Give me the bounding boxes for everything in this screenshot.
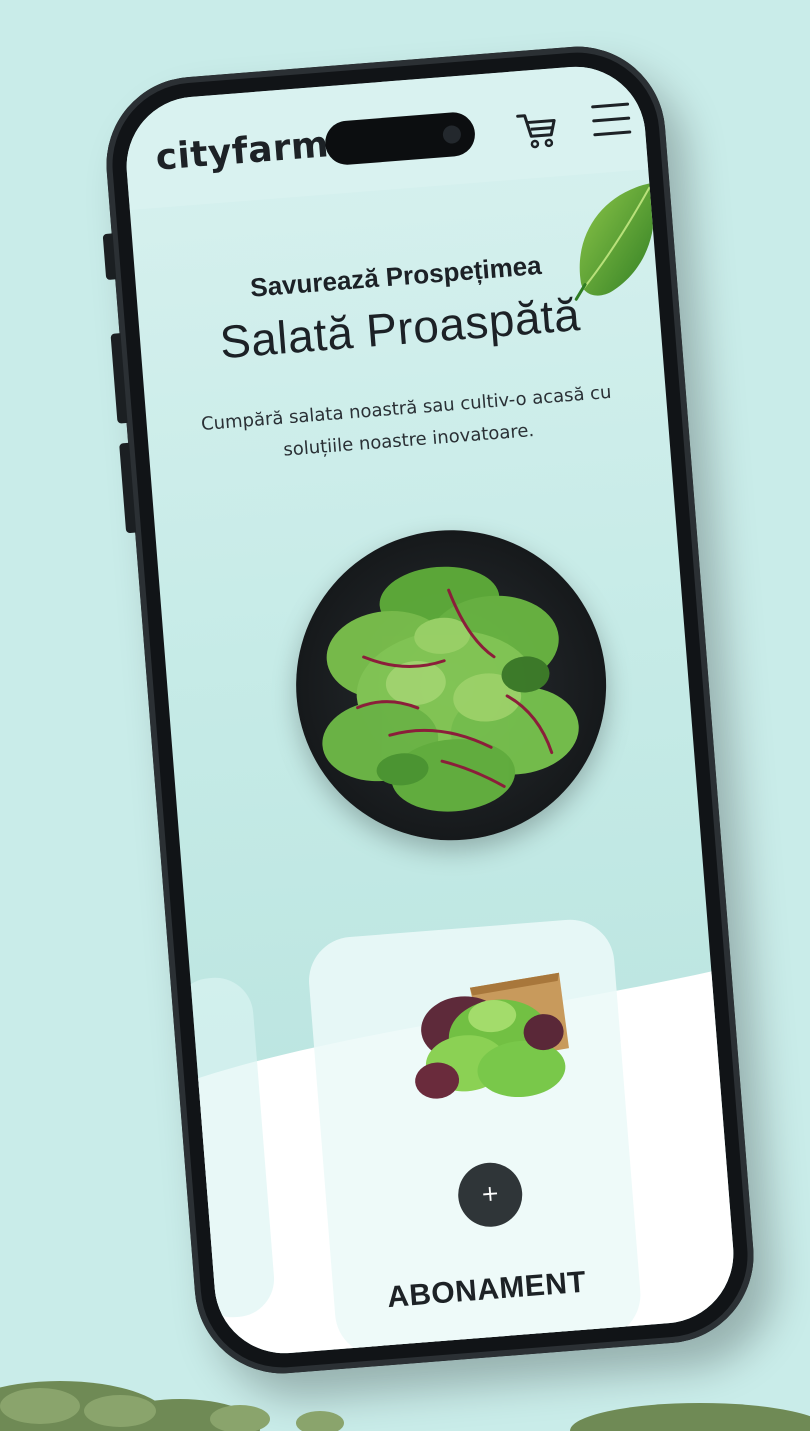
- hamburger-menu-icon[interactable]: [591, 102, 632, 140]
- phone-side-button: [110, 333, 128, 424]
- camera-icon: [442, 124, 462, 145]
- phone-side-button: [102, 233, 117, 281]
- salad-greens: [322, 566, 579, 812]
- phone-frame: cityfarm Savurează Prospețimea Salată Pr…: [99, 40, 761, 1380]
- dynamic-island: [323, 110, 477, 167]
- salad-bowl-image: [284, 518, 618, 852]
- phone-screen: cityfarm Savurează Prospețimea Salată Pr…: [121, 61, 739, 1359]
- foreground-plants: [0, 1381, 810, 1431]
- add-button[interactable]: +: [455, 1160, 525, 1230]
- phone-side-button: [119, 442, 137, 534]
- logo[interactable]: cityfarm: [154, 124, 330, 178]
- hero-description: Cumpără salata noastră sau cultiv-o acas…: [200, 381, 613, 461]
- lettuce-box-image: [415, 972, 569, 1099]
- product-card[interactable]: + ABONAMENT: [305, 916, 644, 1359]
- cart-icon[interactable]: [515, 108, 560, 151]
- mockup-stage: cityfarm Savurează Prospețimea Salată Pr…: [0, 0, 810, 1431]
